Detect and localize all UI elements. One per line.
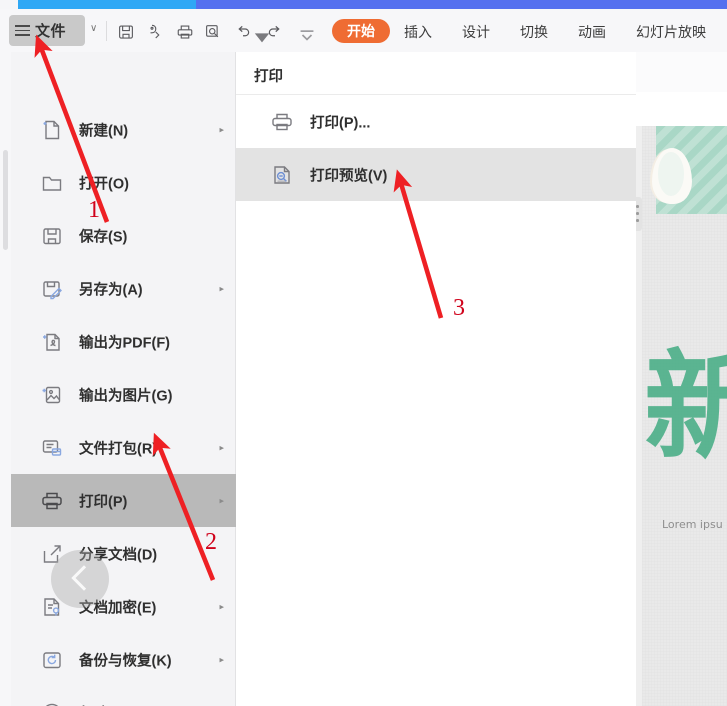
chevron-right-icon: ▸ xyxy=(219,654,224,664)
print-preview-icon xyxy=(270,163,294,187)
tab-start[interactable]: 开始 xyxy=(332,19,390,43)
submenu-item-print-preview[interactable]: 打印预览(V) xyxy=(236,148,636,201)
chevron-right-icon: ▸ xyxy=(219,601,224,611)
annotation-number-2: 2 xyxy=(205,529,217,555)
redo-icon[interactable] xyxy=(266,23,284,41)
export-pdf-icon xyxy=(40,330,64,354)
menu-item-backup-restore-label: 备份与恢复(K) xyxy=(79,653,172,669)
annotation-number-3: 3 xyxy=(453,295,465,321)
slide-subtitle-text: Lorem ipsu xyxy=(662,518,723,531)
print-submenu-panel: 打印 打印(P)... 打印预览(V) xyxy=(236,52,636,706)
submenu-item-print-preview-label: 打印预览(V) xyxy=(310,168,388,184)
backup-restore-icon xyxy=(40,648,64,672)
submenu-item-print[interactable]: 打印(P)... xyxy=(236,95,636,148)
slide-canvas: 新 Lorem ipsu xyxy=(636,126,727,706)
document-tab-3[interactable] xyxy=(694,0,727,9)
menu-item-new[interactable]: 新建(N) ▸ xyxy=(11,103,236,156)
chevron-right-icon: ▸ xyxy=(219,283,224,293)
submenu-item-print-label: 打印(P)... xyxy=(310,115,371,131)
menu-item-export-image-label: 输出为图片(G) xyxy=(79,388,173,404)
tab-insert[interactable]: 插入 xyxy=(404,22,432,42)
ribbon-second-row: ∨ A+ - X2 X2 ⟨ xyxy=(636,52,727,92)
menu-item-save-as[interactable]: 另存为(A) ▸ xyxy=(11,262,236,315)
back-chevron-icon[interactable] xyxy=(51,550,109,608)
menu-item-file-package-label: 文件打包(R) xyxy=(79,441,158,457)
menu-item-save[interactable]: 保存(S) xyxy=(11,209,236,262)
menu-item-print[interactable]: 打印(P) ▸ xyxy=(11,474,236,527)
menu-scrollbar[interactable] xyxy=(0,52,11,706)
help-circle-icon xyxy=(40,701,64,706)
save-as-icon xyxy=(40,277,64,301)
menu-item-print-label: 打印(P) xyxy=(79,494,128,510)
new-document-icon xyxy=(40,118,64,142)
printer-icon xyxy=(270,110,294,134)
menu-item-export-image[interactable]: 输出为图片(G) xyxy=(11,368,236,421)
menu-item-backup-restore[interactable]: 备份与恢复(K) ▸ xyxy=(11,633,236,686)
menu-item-help-label: 帮助(H) xyxy=(79,702,128,706)
leaf-decoration-icon xyxy=(652,148,692,204)
menu-item-document-encrypt[interactable]: 文档加密(E) ▸ xyxy=(11,580,236,633)
chevron-right-icon: ▸ xyxy=(219,495,224,505)
tab-design[interactable]: 设计 xyxy=(462,22,490,42)
menu-item-save-label: 保存(S) xyxy=(79,229,128,245)
document-tab-1[interactable] xyxy=(18,0,196,9)
undo-icon[interactable] xyxy=(234,23,252,41)
customize-caret-icon[interactable] xyxy=(298,26,314,41)
save-floppy-icon xyxy=(40,224,64,248)
file-menu-panel: 新建(N) ▸ 打开(O) 保存(S) 另存为(A) ▸ 输出为PDF(F) 输… xyxy=(11,52,236,706)
tab-slideshow[interactable]: 幻灯片放映 xyxy=(636,22,706,42)
print-preview-icon[interactable] xyxy=(204,23,222,41)
tab-transition[interactable]: 切换 xyxy=(520,22,548,42)
menu-item-help[interactable]: 帮助(H) ▸ xyxy=(11,686,236,706)
menu-item-open-label: 打开(O) xyxy=(79,176,129,192)
menu-item-open[interactable]: 打开(O) xyxy=(11,156,236,209)
slide-title-text: 新 xyxy=(644,338,727,476)
export-image-icon xyxy=(40,383,64,407)
file-package-icon xyxy=(40,436,64,460)
print-direct-icon[interactable] xyxy=(146,23,164,41)
tab-start-label: 开始 xyxy=(347,23,375,39)
document-tab-2[interactable] xyxy=(196,0,727,9)
menu-item-save-as-label: 另存为(A) xyxy=(79,282,143,298)
menu-scrollbar-thumb[interactable] xyxy=(3,150,8,250)
menu-item-export-pdf[interactable]: 输出为PDF(F) xyxy=(11,315,236,368)
tab-animation[interactable]: 动画 xyxy=(578,22,606,42)
printer-icon[interactable] xyxy=(176,23,194,41)
hamburger-icon xyxy=(15,25,30,36)
menu-item-share-document[interactable]: 分享文档(D) xyxy=(11,527,236,580)
file-menu-button[interactable]: 文件 xyxy=(9,15,85,46)
annotation-number-1: 1 xyxy=(88,197,100,223)
slide-green-band xyxy=(652,126,727,214)
menu-item-export-pdf-label: 输出为PDF(F) xyxy=(79,335,171,351)
open-folder-icon xyxy=(40,171,64,195)
chevron-right-icon: ▸ xyxy=(219,442,224,452)
wps-presentation-window: 文件 ∨ 开始 插入 设计 切换 动画 幻灯片放映 新 Lorem ipsu 新… xyxy=(0,0,727,706)
slide-page[interactable]: 新 Lorem ipsu xyxy=(642,126,727,706)
ribbon-toolbar: 文件 ∨ 开始 插入 设计 切换 动画 幻灯片放映 xyxy=(0,9,727,52)
chevron-right-icon: ▸ xyxy=(219,124,224,134)
print-submenu-title: 打印 xyxy=(254,69,283,85)
chevron-down-icon[interactable]: ∨ xyxy=(90,23,97,34)
menu-item-new-label: 新建(N) xyxy=(79,123,129,139)
toolbar-divider xyxy=(106,21,107,41)
undo-caret-icon[interactable] xyxy=(253,28,270,43)
menu-item-file-package[interactable]: 文件打包(R) ▸ xyxy=(11,421,236,474)
save-icon[interactable] xyxy=(117,23,135,41)
file-menu-label: 文件 xyxy=(35,23,67,40)
printer-icon xyxy=(40,489,64,513)
document-tab-strip xyxy=(0,0,727,9)
